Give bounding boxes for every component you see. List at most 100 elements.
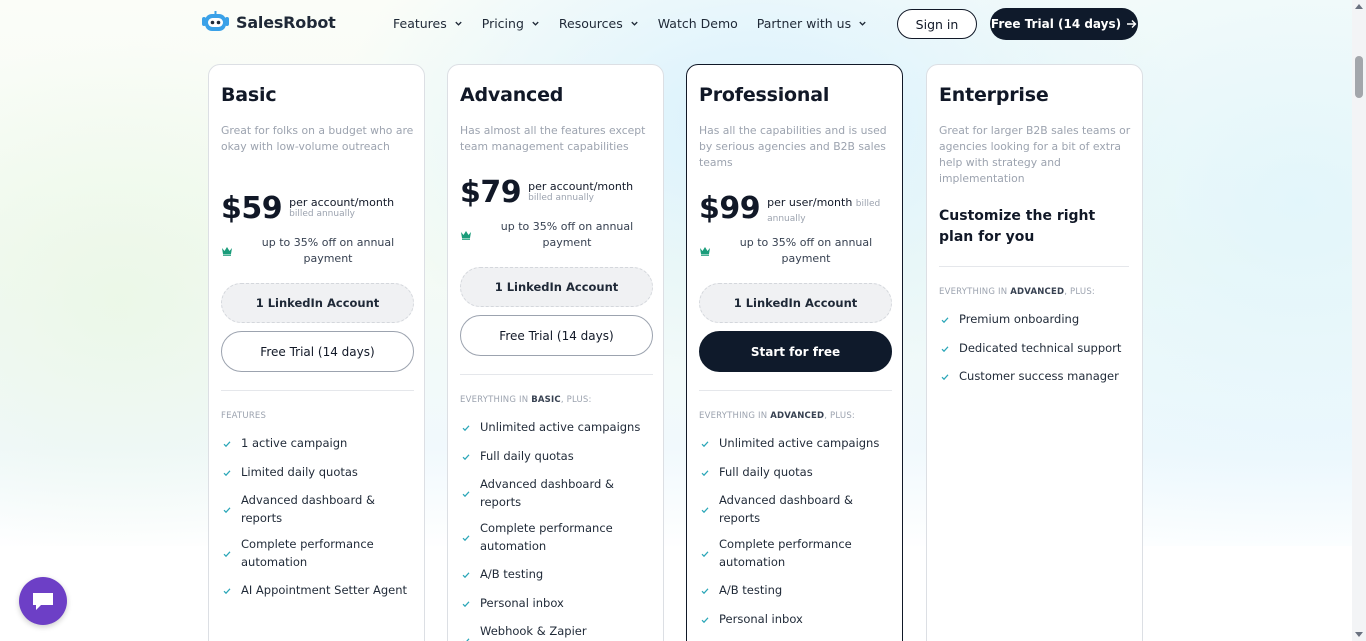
nav-pricing[interactable]: Pricing [482, 16, 540, 31]
check-icon [701, 550, 709, 557]
plan-card-enterprise: Enterprise Great for larger B2B sales te… [926, 64, 1143, 641]
plan-price: $79 [460, 175, 522, 210]
check-icon [223, 588, 231, 594]
check-icon [462, 572, 470, 578]
feature-label: Webhook & Zapier integration [480, 624, 587, 638]
features-heading: EVERYTHING IN BASIC, PLUS: [460, 395, 592, 405]
price-unit: per account/month billed annually [289, 196, 394, 220]
crown-icon [461, 231, 471, 240]
feature-label: 1 active campaign [241, 436, 348, 450]
check-icon [701, 506, 709, 513]
free-trial-header-button[interactable]: Free Trial (14 days) [990, 8, 1138, 40]
plan-name: Basic [221, 84, 277, 106]
start-for-free-button[interactable]: Start for free [699, 331, 892, 372]
discount-note: up to 35% off on annual payment [460, 219, 654, 251]
linkedin-account-selector[interactable]: 1 LinkedIn Account [699, 283, 892, 323]
nav-resources[interactable]: Resources [559, 16, 639, 31]
check-icon [223, 441, 231, 447]
scrollbar-thumb[interactable] [1355, 56, 1363, 98]
arrow-right-icon [1127, 20, 1137, 28]
chat-widget-button[interactable] [19, 577, 67, 625]
linkedin-account-selector[interactable]: 1 LinkedIn Account [221, 283, 414, 323]
feature-item: Personal inbox [701, 611, 891, 629]
price-unit: per account/month billed annually [528, 180, 633, 204]
feature-item: Complete performance automation [462, 520, 652, 555]
check-icon [223, 506, 231, 513]
plan-description: Great for larger B2B sales teams or agen… [939, 124, 1131, 185]
nav-watch-demo-label: Watch Demo [657, 16, 738, 31]
check-icon [941, 346, 949, 352]
features-heading-plan: ADVANCED [770, 411, 825, 421]
nav-partner-label: Partner with us [756, 16, 852, 31]
feature-label: Dedicated technical support [959, 341, 1122, 355]
check-icon [462, 637, 470, 641]
scroll-up-arrow-icon[interactable] [1355, 4, 1363, 9]
sign-in-button[interactable]: Sign in [897, 9, 977, 39]
nav-watch-demo[interactable]: Watch Demo [658, 16, 738, 31]
price-unit-label: per user/month [767, 196, 853, 209]
features-heading-plan: ADVANCED [1010, 287, 1065, 297]
price-unit-label: per account/month [528, 180, 634, 193]
scroll-down-arrow-icon[interactable] [1355, 632, 1363, 637]
divider [699, 390, 892, 391]
plan-card-professional: Professional Has all the capabilities an… [686, 64, 903, 641]
check-icon [462, 601, 470, 607]
plan-description: Great for folks on a budget who are okay… [221, 124, 414, 153]
nav-pricing-label: Pricing [481, 16, 524, 31]
nav-features[interactable]: Features [393, 16, 463, 31]
features-heading-plan: BASIC [531, 395, 561, 405]
features-heading-suffix: , PLUS: [560, 395, 592, 405]
divider [221, 390, 414, 391]
feature-item: Personal inbox [462, 595, 652, 613]
billing-note: billed annually [528, 193, 594, 203]
plan-name: Advanced [460, 84, 564, 106]
free-trial-header-label: Free Trial (14 days) [990, 17, 1122, 31]
logo[interactable]: SalesRobot [201, 11, 336, 33]
features-heading-prefix: EVERYTHING IN [460, 395, 532, 405]
feature-label: Full daily quotas [719, 465, 813, 479]
feature-item: Advanced dashboard & reports [462, 476, 652, 511]
free-trial-button[interactable]: Free Trial (14 days) [460, 315, 653, 356]
check-icon [701, 441, 709, 447]
discount-text: up to 35% off on annual payment [500, 220, 634, 249]
logo-text: SalesRobot [236, 12, 336, 32]
discount-note: up to 35% off on annual payment [221, 235, 415, 267]
main-nav: Features Pricing Resources Watch Demo Pa… [393, 16, 886, 31]
check-icon [462, 490, 470, 497]
plan-description: Has all the capabilities and is used by … [699, 124, 887, 169]
check-icon [701, 470, 709, 476]
chevron-down-icon [532, 21, 539, 26]
check-icon [223, 470, 231, 476]
feature-label: Personal inbox [719, 612, 803, 626]
feature-item: Full daily quotas [701, 464, 891, 482]
robot-logo-icon [201, 11, 230, 33]
features-heading-prefix: EVERYTHING IN [699, 411, 771, 421]
plan-name: Enterprise [939, 84, 1049, 106]
feature-label: Unlimited active campaigns [719, 436, 880, 450]
chevron-down-icon [455, 21, 462, 26]
feature-label: A/B testing [480, 567, 544, 581]
features-heading-suffix: , PLUS: [824, 411, 855, 421]
feature-item: Limited daily quotas [223, 464, 413, 482]
plan-card-advanced: Advanced Has almost all the features exc… [447, 64, 664, 641]
crown-icon [222, 247, 232, 256]
divider [939, 266, 1129, 267]
feature-label: Premium onboarding [959, 312, 1080, 326]
background-glow [0, 0, 1366, 641]
linkedin-account-selector[interactable]: 1 LinkedIn Account [460, 267, 653, 307]
divider [460, 374, 653, 375]
feature-item: Advanced dashboard & reports [701, 492, 891, 527]
feature-label: A/B testing [719, 583, 783, 597]
feature-label: AI Appointment Setter Agent [241, 583, 408, 597]
feature-item: Full daily quotas [462, 448, 652, 466]
feature-item: Unlimited active campaigns [462, 419, 652, 437]
features-heading: EVERYTHING IN ADVANCED, PLUS: [939, 287, 1095, 297]
nav-resources-label: Resources [558, 16, 623, 31]
free-trial-button[interactable]: Free Trial (14 days) [221, 331, 414, 372]
feature-item: AI Appointment Setter Agent [223, 582, 413, 600]
feature-label: Advanced dashboard & reports [480, 477, 614, 509]
price-row: $99 per user/month billed annually [699, 193, 891, 226]
page-footer-area [0, 546, 1366, 641]
nav-partner[interactable]: Partner with us [757, 16, 867, 31]
feature-item: Premium onboarding [941, 311, 1131, 329]
